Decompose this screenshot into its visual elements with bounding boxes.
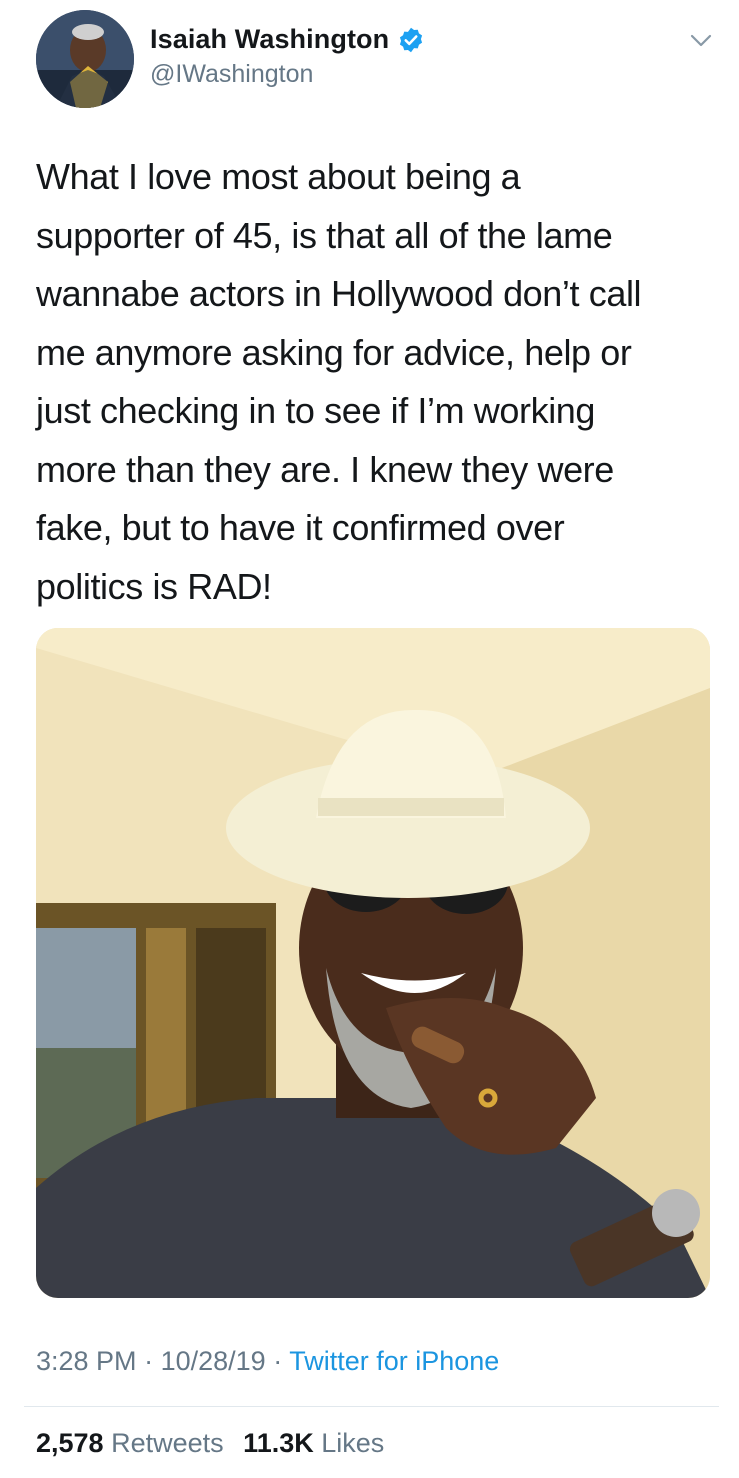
separator: ·	[144, 1346, 154, 1376]
tweet-stats: 2,578 Retweets 11.3K Likes	[36, 1428, 396, 1459]
tweet-date[interactable]: 10/28/19	[161, 1346, 266, 1376]
separator: ·	[273, 1346, 283, 1376]
tweet-header: Isaiah Washington @IWashington	[0, 0, 739, 130]
chevron-down-icon[interactable]	[690, 34, 712, 48]
tweet-time[interactable]: 3:28 PM	[36, 1346, 137, 1376]
retweets-count[interactable]: 2,578	[36, 1428, 104, 1458]
divider	[24, 1406, 719, 1407]
retweets-label[interactable]: Retweets	[111, 1428, 224, 1458]
verified-badge-icon	[400, 27, 423, 52]
user-handle[interactable]: @IWashington	[150, 60, 313, 89]
tweet-text: What I love most about being a supporter…	[36, 156, 642, 607]
name-row: Isaiah Washington	[150, 24, 425, 55]
avatar[interactable]	[36, 10, 134, 108]
likes-label[interactable]: Likes	[321, 1428, 384, 1458]
tweet-photo[interactable]	[36, 628, 710, 1298]
likes-count[interactable]: 11.3K	[243, 1428, 314, 1458]
tweet-meta: 3:28 PM · 10/28/19 · Twitter for iPhone	[36, 1346, 499, 1377]
display-name[interactable]: Isaiah Washington	[150, 24, 389, 55]
tweet-source-link[interactable]: Twitter for iPhone	[289, 1346, 499, 1376]
